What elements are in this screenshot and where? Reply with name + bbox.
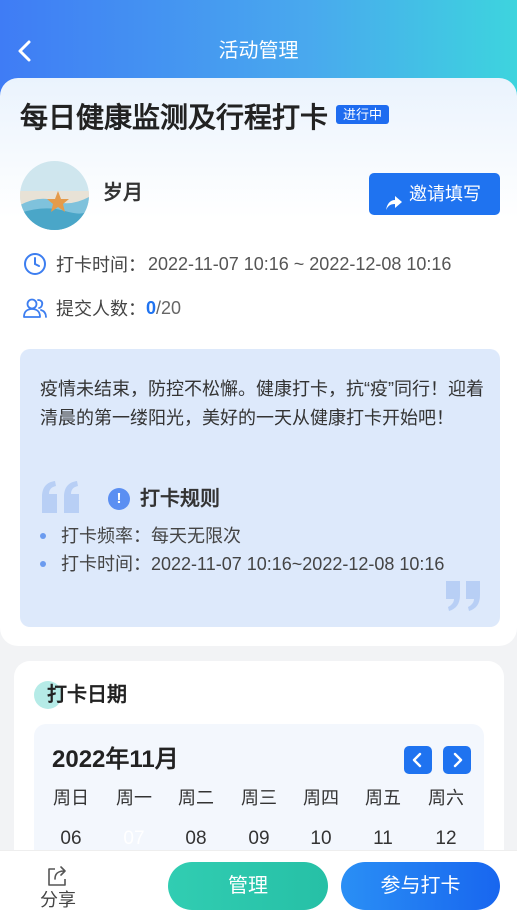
- bottom-action-bar: 分享 管理 参与打卡: [0, 850, 517, 920]
- user-name: 岁月: [103, 182, 143, 204]
- chevron-left-icon: [404, 752, 432, 768]
- weekday-label: 周三: [241, 788, 277, 808]
- share-arrow-icon: [385, 185, 403, 227]
- description-text: 疫情未结束，防控不松懈。健康打卡，抗“疫”同行！迎着清晨的第一缕阳光，美好的一天…: [40, 379, 484, 428]
- share-label: 分享: [40, 890, 76, 910]
- day-number: 12: [435, 828, 457, 849]
- day-number: 09: [248, 828, 270, 849]
- submit-row: 提交人数： 0 /20: [22, 295, 181, 321]
- share-icon: [36, 865, 80, 887]
- join-checkin-button[interactable]: 参与打卡: [341, 862, 500, 910]
- time-value: 2022-11-07 10:16 ~ 2022-12-08 10:16: [148, 253, 452, 274]
- next-month-button[interactable]: [443, 746, 471, 774]
- time-label: 打卡时间：: [56, 255, 146, 275]
- activity-card: 每日健康监测及行程打卡 进行中 岁月 邀请填写 打卡时间： 2022-11-07…: [0, 78, 517, 646]
- rule-item: 打卡频率：每天无限次: [40, 523, 241, 549]
- avatar[interactable]: [20, 161, 89, 230]
- chevron-right-icon: [443, 752, 471, 768]
- weekday-label: 周六: [428, 788, 464, 808]
- rule-item: 打卡时间：2022-11-07 10:16~2022-12-08 10:16: [40, 551, 444, 577]
- calendar-section-title: 打卡日期: [47, 684, 127, 706]
- quote-close-icon: [446, 581, 482, 616]
- calendar-month: 2022年11月: [52, 746, 179, 773]
- quote-open-icon: [40, 481, 96, 518]
- manage-button[interactable]: 管理: [168, 862, 328, 910]
- bullet-icon: [40, 561, 46, 567]
- clock-icon: [22, 251, 48, 277]
- weekday-label: 周日: [53, 788, 89, 808]
- weekday-label: 周五: [365, 788, 401, 808]
- prev-month-button[interactable]: [404, 746, 432, 774]
- weekday-label: 周四: [303, 788, 339, 808]
- submit-total: /20: [156, 297, 182, 318]
- description-box: 疫情未结束，防控不松懈。健康打卡，抗“疫”同行！迎着清晨的第一缕阳光，美好的一天…: [20, 349, 500, 627]
- share-button[interactable]: 分享: [36, 865, 80, 915]
- invite-label: 邀请填写: [409, 184, 481, 204]
- activity-title: 每日健康监测及行程打卡: [20, 102, 329, 133]
- day-number: 06: [60, 828, 82, 849]
- time-row: 打卡时间： 2022-11-07 10:16 ~ 2022-12-08 10:1…: [22, 251, 451, 277]
- status-badge: 进行中: [336, 105, 390, 124]
- day-number: 08: [185, 828, 207, 849]
- day-number: 11: [373, 828, 393, 849]
- day-number: 10: [310, 828, 332, 849]
- invite-button[interactable]: 邀请填写: [369, 173, 500, 215]
- weekday-label: 周二: [178, 788, 214, 808]
- bullet-icon: [40, 533, 46, 539]
- weekday-label: 周一: [116, 788, 152, 808]
- page-title: 活动管理: [218, 40, 299, 62]
- users-icon: [22, 295, 48, 321]
- day-number: 07: [123, 828, 145, 849]
- submit-label: 提交人数：: [56, 299, 146, 319]
- info-icon: !: [108, 488, 130, 510]
- submit-count: 0: [146, 297, 157, 318]
- rules-title: 打卡规则: [140, 488, 220, 510]
- rule-text: 打卡时间：2022-11-07 10:16~2022-12-08 10:16: [61, 554, 445, 574]
- rule-text: 打卡频率：每天无限次: [61, 526, 241, 546]
